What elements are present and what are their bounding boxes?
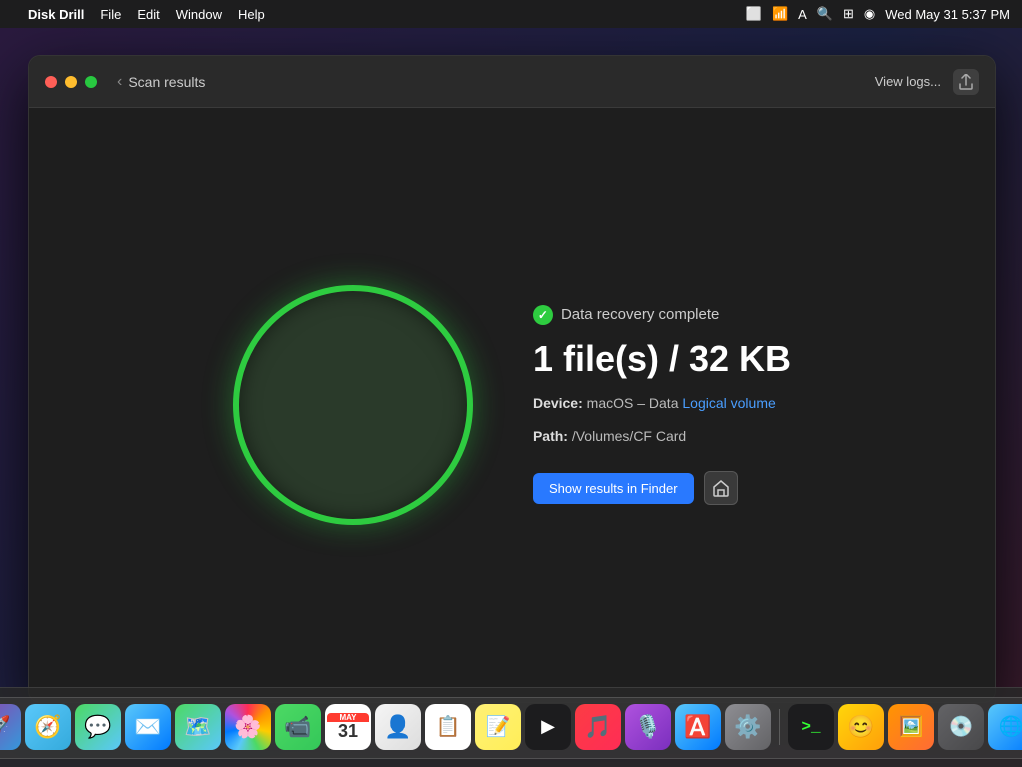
wifi-icon: 📶 <box>772 6 788 22</box>
dock-separator <box>779 709 780 745</box>
app-name[interactable]: Disk Drill <box>28 7 84 22</box>
device-line: Device: macOS – Data Logical volume <box>533 392 791 414</box>
check-icon: ✓ <box>533 305 553 325</box>
close-button[interactable] <box>45 76 57 88</box>
path-label: Path: <box>533 428 568 444</box>
dock-inner: 🚀 🧭 💬 ✉️ 🗺️ 🌸 📹 MAY 31 <box>0 697 1022 759</box>
dock-item-contacts[interactable]: 👤 <box>375 704 421 750</box>
dock-item-terminal[interactable]: >_ <box>788 704 834 750</box>
disk-ring <box>233 285 473 525</box>
file-count: 1 file(s) / 32 KB <box>533 339 791 379</box>
traffic-lights <box>45 76 97 88</box>
app-window: ‹ Scan results View logs... <box>28 55 996 703</box>
info-panel: ✓ Data recovery complete 1 file(s) / 32 … <box>533 305 791 505</box>
dock-item-maps[interactable]: 🗺️ <box>175 704 221 750</box>
menu-help[interactable]: Help <box>238 7 265 22</box>
dock-item-memoji[interactable]: 😊 <box>838 704 884 750</box>
dock-item-appletv[interactable]: ▶ <box>525 704 571 750</box>
maximize-button[interactable] <box>85 76 97 88</box>
main-content: ✓ Data recovery complete 1 file(s) / 32 … <box>29 108 995 702</box>
chevron-left-icon: ‹ <box>117 73 122 91</box>
dock-item-reminders[interactable]: 📋 <box>425 704 471 750</box>
dock-item-messages[interactable]: 💬 <box>75 704 121 750</box>
show-results-in-finder-button[interactable]: Show results in Finder <box>533 473 694 504</box>
back-label: Scan results <box>128 74 205 90</box>
dock-item-network[interactable]: 🌐 <box>988 704 1022 750</box>
dock-item-preview[interactable]: 🖼️ <box>888 704 934 750</box>
device-label: Device: <box>533 395 583 411</box>
back-navigation[interactable]: ‹ Scan results <box>117 73 205 91</box>
dock-item-appstore[interactable]: 🅰️ <box>675 704 721 750</box>
path-line: Path: /Volumes/CF Card <box>533 425 791 447</box>
device-separator: – Data <box>637 395 682 411</box>
dock-item-launchpad[interactable]: 🚀 <box>0 704 21 750</box>
view-logs-button[interactable]: View logs... <box>875 74 941 89</box>
dock-item-music[interactable]: 🎵 <box>575 704 621 750</box>
dock-item-facetime[interactable]: 📹 <box>275 704 321 750</box>
dock-item-safari[interactable]: 🧭 <box>25 704 71 750</box>
path-value: /Volumes/CF Card <box>572 428 686 444</box>
siri-icon[interactable]: ◉ <box>864 6 875 22</box>
home-button[interactable] <box>704 471 738 505</box>
title-bar: ‹ Scan results View logs... <box>29 56 995 108</box>
buttons-row: Show results in Finder <box>533 471 791 505</box>
control-center-icon[interactable]: ⊞ <box>843 6 854 22</box>
dock-item-calendar[interactable]: MAY 31 <box>325 704 371 750</box>
share-button[interactable] <box>953 69 979 95</box>
device-type: Logical volume <box>682 395 775 411</box>
menu-edit[interactable]: Edit <box>137 7 159 22</box>
dock-item-disk-utility[interactable]: 💿 <box>938 704 984 750</box>
dock-item-notes[interactable]: 📝 <box>475 704 521 750</box>
minimize-button[interactable] <box>65 76 77 88</box>
menu-file[interactable]: File <box>100 7 121 22</box>
home-icon <box>712 479 730 497</box>
clock: Wed May 31 5:37 PM <box>885 7 1010 22</box>
disk-container <box>233 285 473 525</box>
dock-item-podcasts[interactable]: 🎙️ <box>625 704 671 750</box>
search-icon[interactable]: 🔍 <box>817 6 833 22</box>
dock-item-photos[interactable]: 🌸 <box>225 704 271 750</box>
menu-window[interactable]: Window <box>176 7 222 22</box>
device-name: macOS <box>587 395 634 411</box>
dock-item-mail[interactable]: ✉️ <box>125 704 171 750</box>
dock-item-settings[interactable]: ⚙️ <box>725 704 771 750</box>
fullscreen-icon: ⬜ <box>746 6 762 22</box>
share-icon <box>959 74 973 90</box>
status-text: Data recovery complete <box>561 306 719 323</box>
text-icon: A <box>798 7 807 22</box>
dock: 🚀 🧭 💬 ✉️ 🗺️ 🌸 📹 MAY 31 <box>0 687 1022 767</box>
menubar: Disk Drill File Edit Window Help ⬜ 📶 A 🔍… <box>0 0 1022 28</box>
status-line: ✓ Data recovery complete <box>533 305 791 325</box>
